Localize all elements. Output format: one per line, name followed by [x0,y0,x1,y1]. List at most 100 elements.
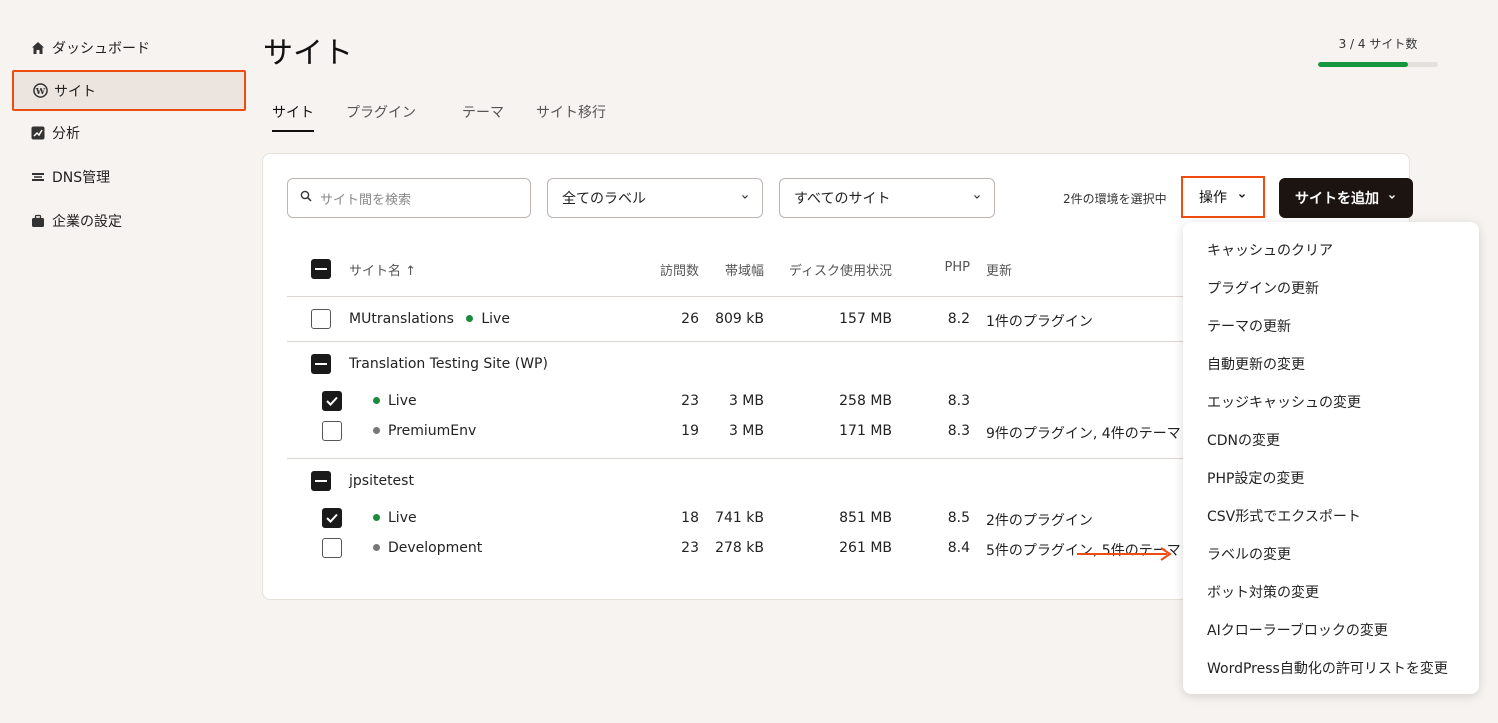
env-name-text: PremiumEnv [388,423,477,439]
env-checkbox-checked[interactable] [322,508,342,528]
checkmark-icon [326,513,338,523]
sidebar-item-dns[interactable]: DNS管理 [12,155,246,199]
sidebar-item-analytics[interactable]: 分析 [12,111,246,155]
menu-item-ai-crawler-block[interactable]: AIクローラーブロックの変更 [1207,620,1388,640]
sidebar-item-dashboard[interactable]: ダッシュボード [12,26,246,70]
briefcase-icon [30,213,46,229]
labels-select-value: 全てのラベル [562,191,646,207]
tab-sites[interactable]: サイト [272,102,314,132]
env-checkbox[interactable] [322,538,342,558]
checkmark-icon [326,396,338,406]
sites-select[interactable]: すべてのサイト [779,178,995,218]
tab-themes[interactable]: テーマ [462,102,504,132]
row-divider [287,341,1187,342]
column-header-name[interactable]: サイト名 ↑ [349,260,416,279]
row-checkbox[interactable] [311,309,331,329]
dns-icon [30,169,46,185]
menu-item-wp-automation-allowlist[interactable]: WordPress自動化の許可リストを変更 [1207,658,1448,678]
bandwidth-value: 3 MB [728,393,764,409]
labels-select[interactable]: 全てのラベル [547,178,763,218]
site-usage: 3 / 4 サイト数 [1318,35,1438,67]
menu-item-clear-cache[interactable]: キャッシュのクリア [1207,240,1333,260]
live-status-dot [373,513,380,521]
add-site-button[interactable]: サイトを追加 [1279,178,1413,218]
sidebar-item-label: サイト [54,83,96,100]
php-value: 8.3 [947,393,970,409]
column-header-php[interactable]: PHP [920,260,970,275]
disk-value: 258 MB [839,393,892,409]
site-name[interactable]: MUtranslations Live [349,311,510,327]
menu-item-php-settings[interactable]: PHP設定の変更 [1207,468,1304,488]
annotation-arrow-icon [1077,547,1172,561]
operations-label: 操作 [1199,190,1227,206]
column-header-bandwidth[interactable]: 帯域幅 [710,260,764,279]
php-value: 8.3 [947,423,970,439]
bandwidth-value: 3 MB [728,423,764,439]
column-header-disk[interactable]: ディスク使用状況 [772,260,892,279]
usage-text: 3 / 4 サイト数 [1338,37,1418,51]
menu-item-bot-protection[interactable]: ボット対策の変更 [1207,582,1319,602]
menu-item-change-labels[interactable]: ラベルの変更 [1207,544,1291,564]
sidebar-item-label: DNS管理 [52,170,111,186]
env-name[interactable]: Development [373,540,482,556]
live-status-dot [466,314,474,322]
menu-item-csv-export[interactable]: CSV形式でエクスポート [1207,506,1361,526]
header-divider [287,296,1187,297]
visits-value: 18 [681,510,699,526]
usage-bar [1318,62,1438,67]
sidebar: ダッシュボード W サイト 分析 DNS管理 企業の設定 [12,26,246,243]
env-name-text: Live [388,393,417,409]
disk-value: 171 MB [839,423,892,439]
add-site-label: サイトを追加 [1295,191,1379,207]
sidebar-item-label: 企業の設定 [52,214,122,230]
site-name[interactable]: jpsitetest [349,473,414,489]
column-header-updates[interactable]: 更新 [986,260,1012,279]
inactive-status-dot [373,426,380,434]
updates-value[interactable]: 1件のプラグイン [986,311,1093,331]
php-value: 8.4 [947,540,970,556]
chevron-down-icon [740,190,750,206]
operations-button[interactable]: 操作 [1181,176,1265,218]
page-title: サイト [263,36,353,71]
operations-menu: キャッシュのクリア プラグインの更新 テーマの更新 自動更新の変更 エッジキャッ… [1183,222,1479,694]
home-icon [30,40,46,56]
env-name[interactable]: Live [373,393,417,409]
sidebar-item-sites[interactable]: W サイト [12,70,246,111]
menu-item-cdn[interactable]: CDNの変更 [1207,430,1280,450]
site-name-text: MUtranslations [349,311,454,327]
site-name[interactable]: Translation Testing Site (WP) [349,356,548,372]
usage-bar-fill [1318,62,1408,67]
search-icon [300,190,312,206]
column-header-visits[interactable]: 訪問数 [640,260,699,279]
tab-site-migration[interactable]: サイト移行 [536,102,606,132]
menu-item-edge-cache[interactable]: エッジキャッシュの変更 [1207,392,1361,412]
analytics-icon [30,125,46,141]
tab-plugins[interactable]: プラグイン [346,102,416,132]
select-all-checkbox[interactable] [311,259,331,279]
env-name[interactable]: PremiumEnv [373,423,476,439]
chevron-down-icon [1237,189,1247,205]
sidebar-item-label: ダッシュボード [52,41,150,57]
updates-value[interactable]: 9件のプラグイン, 4件のテーマ [986,423,1181,443]
disk-value: 261 MB [839,540,892,556]
menu-item-update-themes[interactable]: テーマの更新 [1207,316,1291,336]
search-input[interactable]: サイト間を検索 [287,178,531,218]
selection-count: 2件の環境を選択中 [1063,192,1167,206]
sites-select-value: すべてのサイト [794,191,891,207]
group-checkbox[interactable] [311,471,331,491]
env-name[interactable]: Live [373,510,417,526]
bandwidth-value: 741 kB [715,510,764,526]
env-checkbox-checked[interactable] [322,391,342,411]
menu-item-auto-updates[interactable]: 自動更新の変更 [1207,354,1305,374]
visits-value: 26 [681,311,699,327]
env-name-text: Development [388,540,483,556]
visits-value: 19 [681,423,699,439]
env-checkbox[interactable] [322,421,342,441]
env-name-text: Live [388,510,417,526]
sidebar-item-company-settings[interactable]: 企業の設定 [12,199,246,243]
search-placeholder: サイト間を検索 [320,192,412,208]
menu-item-update-plugins[interactable]: プラグインの更新 [1207,278,1319,298]
visits-value: 23 [681,540,699,556]
group-checkbox[interactable] [311,354,331,374]
updates-value[interactable]: 2件のプラグイン [986,510,1093,530]
